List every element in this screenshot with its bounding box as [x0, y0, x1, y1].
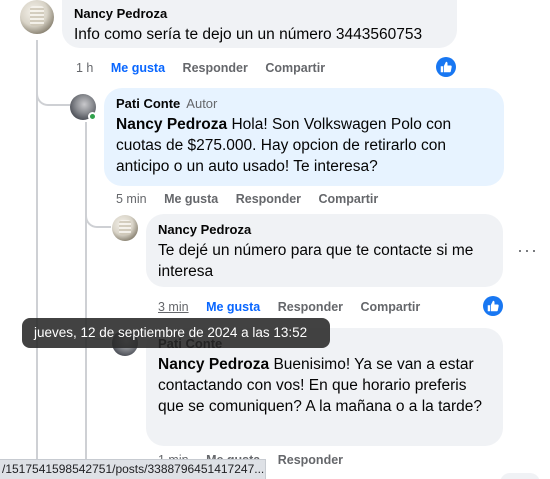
comment-text: Info como sería te dejo un un número 344… [74, 26, 423, 43]
comment-author[interactable]: Nancy Pedroza [158, 222, 491, 238]
status-bar-url: /1517541598542751/posts/3388796451417247… [0, 459, 266, 479]
like-reaction-icon[interactable] [483, 296, 503, 316]
avatar-nancy[interactable] [20, 0, 54, 34]
more-options-icon[interactable]: ··· [517, 240, 538, 261]
reply-button[interactable]: Responder [183, 61, 248, 75]
comment-time[interactable]: 5 min [116, 192, 147, 206]
online-status-dot [88, 112, 97, 121]
comment-text: Nancy Pedroza Buenisimo! Ya se van a est… [158, 354, 491, 417]
author-name[interactable]: Pati Conte [116, 96, 180, 111]
comment-actions-3: 3 min Me gusta Responder Compartir [158, 300, 434, 314]
comment-text: Te dejé un número para que te contacte s… [158, 242, 474, 280]
comment-actions-1: 1 h Me gusta Responder Compartir [76, 61, 339, 75]
mention-link[interactable]: Nancy Pedroza [116, 116, 227, 133]
avatar-image [20, 0, 54, 34]
reply-button[interactable]: Responder [236, 192, 301, 206]
timestamp-tooltip: jueves, 12 de septiembre de 2024 a las 1… [22, 318, 330, 348]
reply-button[interactable]: Responder [278, 300, 343, 314]
like-button[interactable]: Me gusta [111, 61, 165, 75]
comment-author[interactable]: Nancy Pedroza [74, 6, 445, 22]
comment-bubble-1: Nancy Pedroza Info como sería te dejo un… [62, 0, 457, 48]
thread-curve-reply-2 [85, 206, 111, 228]
mention-link[interactable]: Nancy Pedroza [158, 356, 269, 373]
comment-time[interactable]: 3 min [158, 300, 189, 314]
next-comment-bubble [500, 473, 540, 479]
like-button[interactable]: Me gusta [206, 300, 260, 314]
comment-bubble-2: Pati Conte Autor Nancy Pedroza Hola! Son … [104, 88, 504, 186]
avatar-image [112, 215, 138, 241]
thread-curve-reply-1 [36, 84, 70, 106]
comment-actions-2: 5 min Me gusta Responder Compartir [116, 192, 392, 206]
author-badge: Autor [186, 96, 218, 111]
share-button[interactable]: Compartir [361, 300, 421, 314]
share-button[interactable]: Compartir [265, 61, 325, 75]
avatar-nancy[interactable] [112, 215, 138, 241]
comment-bubble-3: Nancy Pedroza Te dejé un número para que… [146, 214, 503, 287]
comment-text: Nancy Pedroza Hola! Son Volkswagen Polo … [116, 114, 492, 177]
thread-line-main [36, 40, 38, 479]
reply-button[interactable]: Responder [278, 453, 343, 467]
like-button[interactable]: Me gusta [164, 192, 218, 206]
comment-author: Pati Conte Autor [116, 96, 492, 112]
share-button[interactable]: Compartir [319, 192, 379, 206]
thread-line-nested [85, 122, 87, 479]
comment-time[interactable]: 1 h [76, 61, 93, 75]
like-reaction-icon[interactable] [436, 57, 456, 77]
